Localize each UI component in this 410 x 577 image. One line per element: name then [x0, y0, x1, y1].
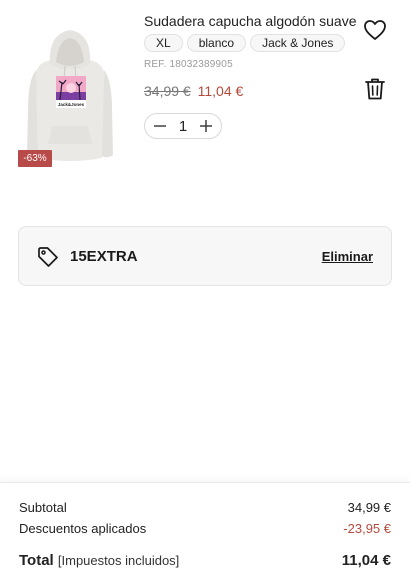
total-row: Total [Impuestos incluidos] 11,04 € — [19, 552, 391, 569]
favorite-button[interactable] — [362, 17, 388, 43]
product-attributes: XL blanco Jack & Jones — [144, 34, 346, 52]
original-price: 34,99 € — [144, 83, 191, 99]
discount-label: Descuentos aplicados — [19, 521, 147, 536]
color-chip: blanco — [186, 34, 247, 52]
order-summary: Subtotal 34,99 € Descuentos aplicados -2… — [0, 482, 410, 577]
increase-quantity-button[interactable] — [197, 117, 215, 135]
quantity-value: 1 — [178, 117, 188, 135]
subtotal-label: Subtotal — [19, 500, 67, 515]
product-prices: 34,99 € 11,04 € — [144, 83, 243, 99]
decrease-quantity-button[interactable] — [151, 117, 169, 135]
product-reference: REF. 18032389905 — [144, 59, 233, 70]
product-title[interactable]: Sudadera capucha algodón suave — [144, 13, 357, 29]
tag-icon — [37, 246, 59, 268]
total-value: 11,04 € — [341, 552, 391, 569]
plus-icon — [200, 120, 212, 132]
product-image[interactable]: Jack&Jones — [18, 20, 122, 168]
sale-price: 11,04 € — [197, 83, 244, 99]
discount-row: Descuentos aplicados -23,95 € — [19, 521, 391, 536]
coupon-code: 15EXTRA — [70, 248, 138, 265]
subtotal-row: Subtotal 34,99 € — [19, 500, 391, 515]
product-image-brand-text: Jack&Jones — [58, 102, 85, 107]
discount-badge: -63% — [18, 150, 52, 167]
delete-item-button[interactable] — [362, 76, 388, 102]
discount-value: -23,95 € — [343, 521, 391, 536]
brand-chip: Jack & Jones — [250, 34, 346, 52]
quantity-stepper: 1 — [144, 113, 222, 139]
trash-icon — [365, 78, 385, 100]
total-label-group: Total [Impuestos incluidos] — [19, 552, 179, 569]
remove-coupon-link[interactable]: Eliminar — [322, 249, 373, 264]
heart-outline-icon — [364, 20, 386, 40]
tax-note: [Impuestos incluidos] — [57, 553, 180, 568]
cart-item: Jack&Jones -63% Sudadera capucha algodón… — [0, 0, 410, 180]
subtotal-value: 34,99 € — [347, 500, 391, 515]
size-chip: XL — [144, 34, 183, 52]
applied-coupon: 15EXTRA Eliminar — [18, 226, 392, 286]
minus-icon — [154, 125, 166, 127]
total-label: Total — [19, 552, 54, 569]
